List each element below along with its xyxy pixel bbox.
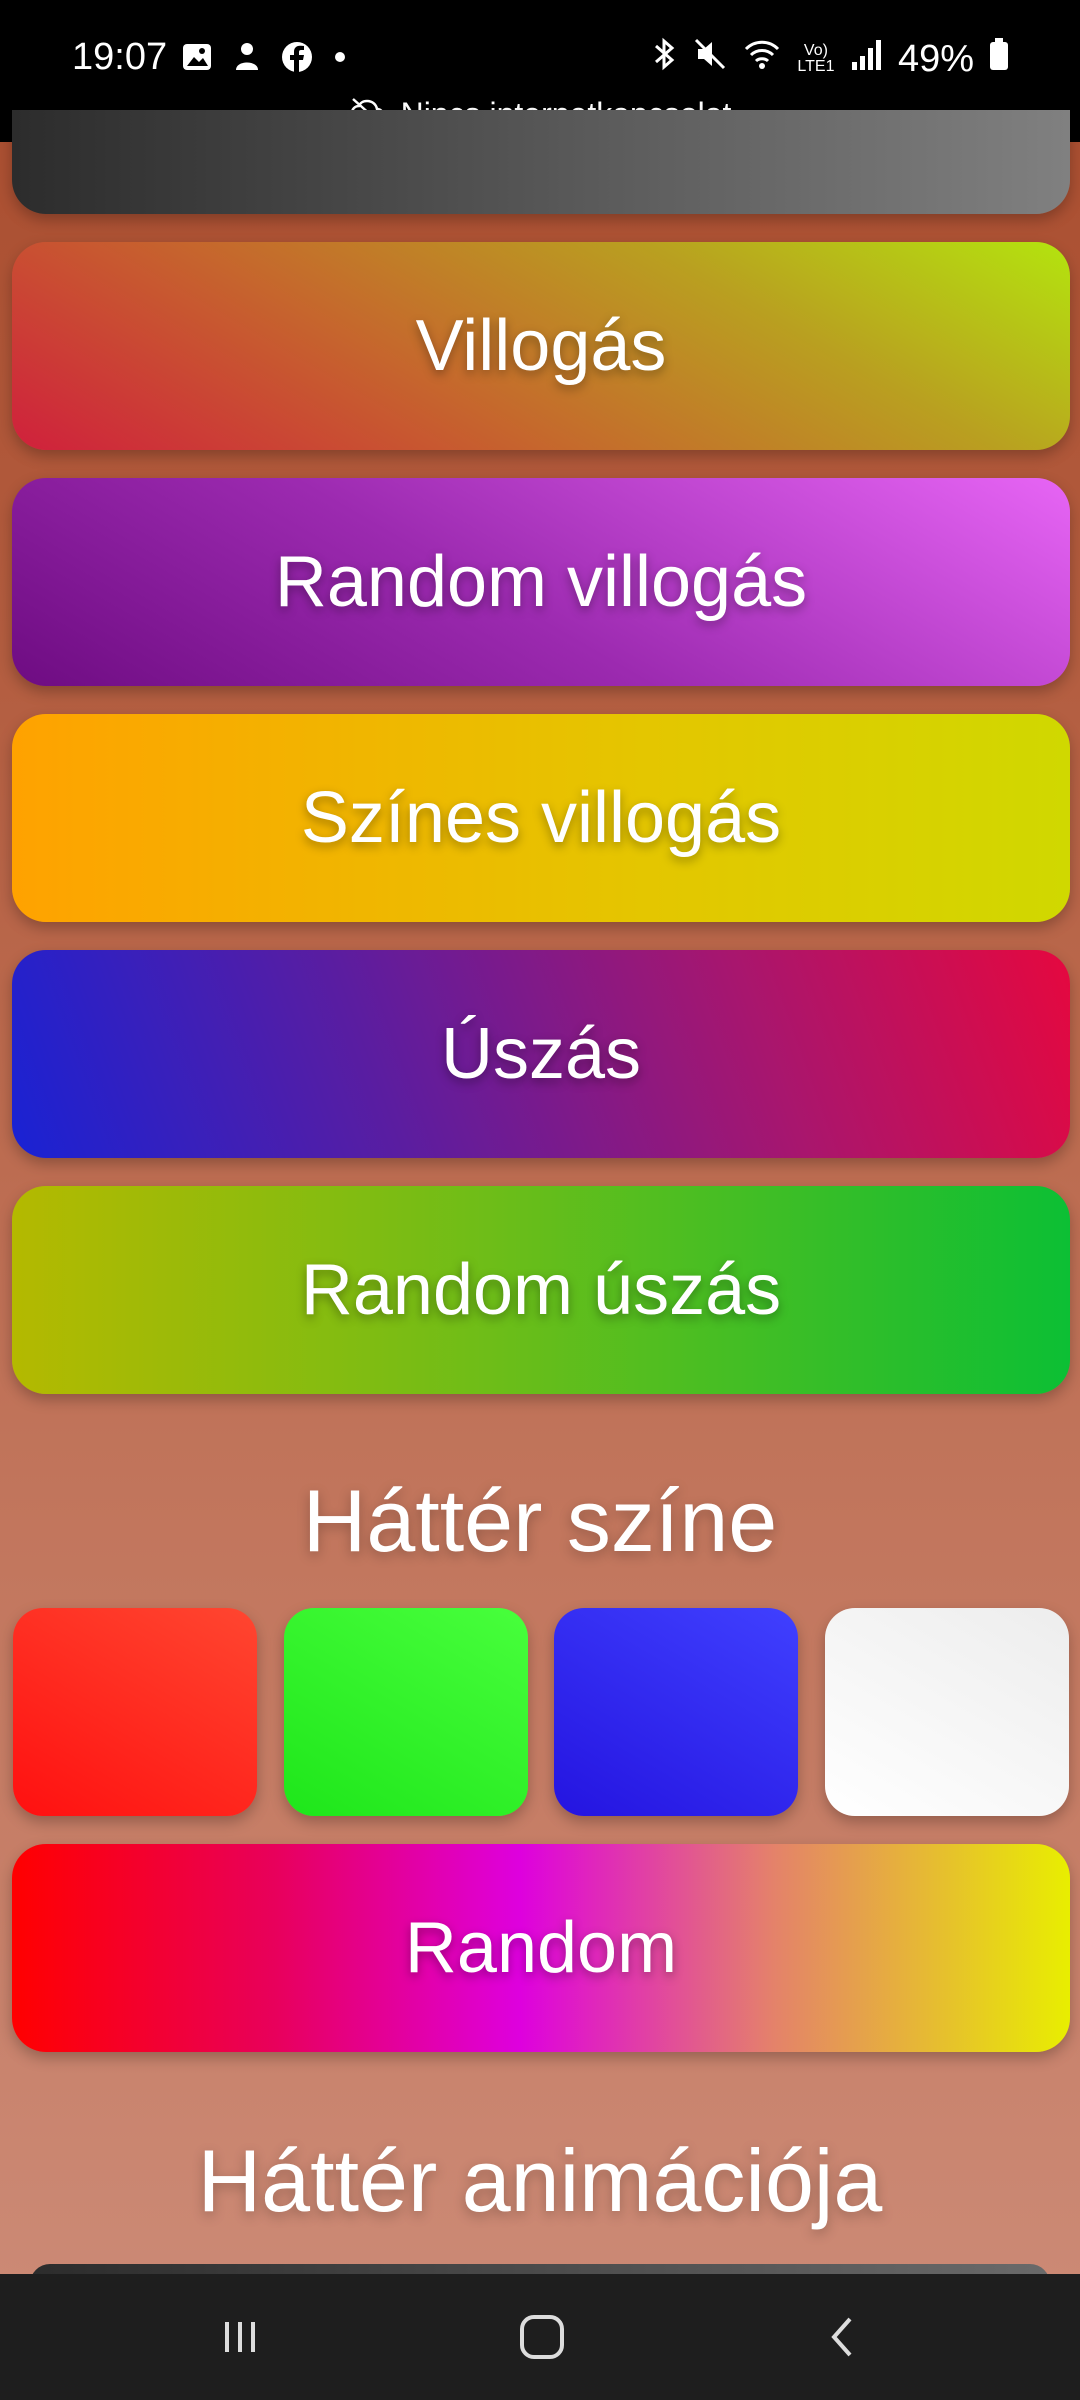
navigation-bar xyxy=(0,2274,1080,2400)
green-swatch[interactable] xyxy=(284,1608,528,1816)
status-left-icons xyxy=(180,40,350,79)
mute-icon xyxy=(692,36,728,82)
recents-button[interactable] xyxy=(200,2304,280,2374)
back-button[interactable] xyxy=(804,2304,884,2374)
villogas-button[interactable]: Villogás xyxy=(12,242,1070,450)
szines-villogas-button[interactable]: Színes villogás xyxy=(12,714,1070,922)
gallery-icon xyxy=(180,40,214,79)
home-icon xyxy=(516,2311,568,2368)
wifi-icon xyxy=(742,36,782,82)
blue-swatch[interactable] xyxy=(554,1608,798,1816)
status-right-icons: Vo) LTE1 49% xyxy=(650,36,1010,82)
notification-icon xyxy=(230,40,264,79)
lte-icon: Vo) LTE1 xyxy=(797,42,835,75)
background-color-title: Háttér színe xyxy=(302,1471,778,1570)
random-villogas-button[interactable]: Random villogás xyxy=(12,478,1070,686)
background-animation-title: Háttér animációja xyxy=(197,2131,883,2230)
white-swatch[interactable] xyxy=(825,1608,1069,1816)
home-button[interactable] xyxy=(502,2304,582,2374)
random-uszas-button[interactable]: Random úszás xyxy=(12,1186,1070,1394)
battery-percent: 49% xyxy=(897,37,974,80)
recents-icon xyxy=(216,2313,264,2366)
random-color-button[interactable]: Random xyxy=(12,1844,1070,2052)
facebook-icon xyxy=(280,40,314,79)
red-swatch[interactable] xyxy=(13,1608,257,1816)
battery-icon xyxy=(988,36,1010,82)
dot-icon xyxy=(330,40,350,79)
uszas-button[interactable]: Úszás xyxy=(12,950,1070,1158)
bluetooth-icon xyxy=(650,36,678,82)
top-gray-button[interactable] xyxy=(12,110,1070,214)
back-icon xyxy=(820,2313,868,2366)
status-time: 19:07 xyxy=(72,36,168,78)
signal-icon xyxy=(850,36,884,82)
